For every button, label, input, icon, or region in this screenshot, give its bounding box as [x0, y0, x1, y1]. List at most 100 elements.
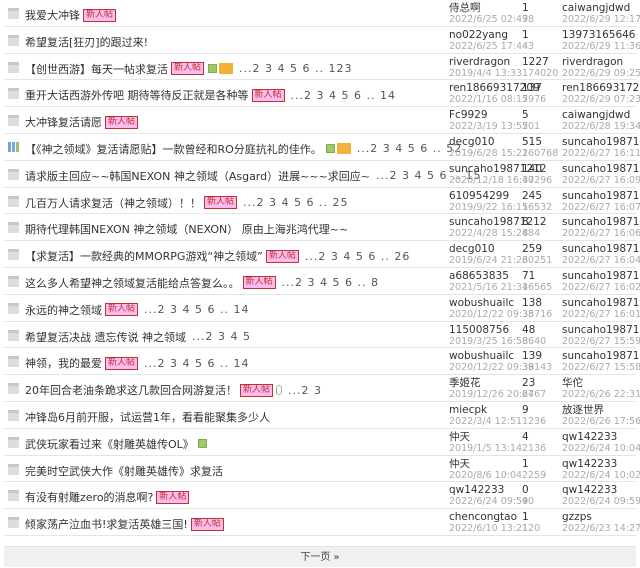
last-poster-link[interactable]: suncaho19871212	[562, 297, 640, 309]
author-cell: qw142233 2022/6/24 09:59	[449, 484, 528, 508]
last-post-date[interactable]: 2022/6/27 15:58	[562, 362, 640, 374]
author-link[interactable]: no022yang	[449, 29, 528, 41]
last-poster-link[interactable]: suncaho19871212	[562, 350, 640, 362]
page-links[interactable]: ...2 3 4 5	[192, 330, 251, 343]
page-links[interactable]: ...2 3 4 5 6 .. 25	[243, 196, 348, 209]
last-post-date[interactable]: 2022/6/24 10:04	[562, 443, 640, 455]
last-poster-link[interactable]: qw142233	[562, 458, 640, 470]
post-date: 2019/3/25 16:58	[449, 335, 529, 347]
thread-title-link[interactable]: 我爱大冲锋	[25, 9, 80, 22]
last-poster-link[interactable]: gzzps	[562, 511, 640, 523]
thread-title-link[interactable]: 希望复活决战 遗忘传说 神之领域	[25, 331, 186, 344]
thread-title-link[interactable]: 神领，我的最爱	[25, 357, 102, 370]
last-poster-link[interactable]: suncaho19871212	[562, 136, 640, 148]
last-post-date[interactable]: 2022/6/27 15:59	[562, 336, 640, 348]
view-count: 160768	[522, 147, 559, 159]
last-post-date[interactable]: 2022/6/26 22:31	[562, 389, 640, 401]
last-poster-link[interactable]: 华佗	[562, 377, 640, 389]
last-post-date[interactable]: 2022/6/27 16:01	[562, 309, 640, 321]
thread-title-link[interactable]: 期待代理韩国NEXON 神之领域（NEXON） 原由上海兆鸿代理~~	[25, 223, 348, 236]
last-poster-link[interactable]: 13973165646	[562, 29, 640, 41]
last-post-date[interactable]: 2022/6/28 19:34	[562, 121, 640, 133]
last-post-date[interactable]: 2022/6/29 09:25	[562, 68, 640, 80]
last-poster-link[interactable]: suncaho19871212	[562, 216, 640, 228]
last-poster-link[interactable]: suncaho19871212	[562, 324, 640, 336]
author-link[interactable]: decg010	[449, 136, 528, 148]
last-poster-link[interactable]: suncaho19871212	[562, 163, 640, 175]
author-link[interactable]: Fc9929	[449, 109, 528, 121]
thread-title-link[interactable]: 武侠玩家看过来《射雕英雄传OL》	[25, 438, 194, 451]
last-post-date[interactable]: 2022/6/29 12:17	[562, 14, 640, 26]
last-poster-link[interactable]: qw142233	[562, 484, 640, 496]
last-poster-link[interactable]: caiwangjdwd	[562, 109, 640, 121]
thread-title-link[interactable]: 【《神之领域》复活请愿贴】一款曾经和RO分庭抗礼的佳作。	[25, 143, 322, 156]
last-poster-link[interactable]: suncaho19871212	[562, 190, 640, 202]
folder-icon	[8, 195, 19, 207]
thread-title-link[interactable]: 【创世西游】每天一帖求复活	[25, 63, 168, 76]
author-link[interactable]: chencongtao	[449, 511, 528, 523]
reply-count: 23	[522, 377, 536, 390]
author-link[interactable]: 仲天	[449, 431, 522, 443]
page-links[interactable]: ...2 3 4 5 6 .. 123	[239, 62, 352, 75]
author-link[interactable]: qw142233	[449, 484, 528, 496]
thread-row: 希望复活决战 遗忘传说 神之领域 ...2 3 4 5 115008756 2019/…	[4, 322, 640, 349]
page-links[interactable]: ...2 3 4 5 6 .. 26	[305, 250, 410, 263]
author-link[interactable]: 仲天	[449, 458, 522, 470]
author-link[interactable]: 侍总啊	[449, 2, 528, 14]
last-poster-link[interactable]: suncaho19871212	[562, 243, 640, 255]
thread-title-link[interactable]: 永远的神之领域	[25, 304, 102, 317]
thread-title-link[interactable]: 有没有射雕zero的消息啊?	[25, 491, 153, 504]
author-link[interactable]: 115008756	[449, 324, 528, 336]
last-post-date[interactable]: 2022/6/27 16:02	[562, 282, 640, 294]
last-post-date[interactable]: 2022/6/27 16:07	[562, 202, 640, 214]
last-poster-link[interactable]: 放逐世界	[562, 404, 640, 416]
page-links[interactable]: ...2 3 4 5 6 .. 14	[144, 357, 249, 370]
stats-cell: 1 78	[522, 2, 534, 26]
author-link[interactable]: decg010	[449, 243, 528, 255]
last-post-cell: 华佗 2022/6/26 22:31	[562, 377, 640, 401]
page-links[interactable]: ...2 3	[288, 384, 322, 397]
author-link[interactable]: riverdragon	[449, 56, 522, 68]
thread-list: 我爱大冲锋 新人帖 侍总啊 2022/6/25 02:49 1 78 caiwangjdwd…	[0, 0, 640, 536]
thread-title-link[interactable]: 这么多人希望神之领域复活能给点答复么。。	[25, 277, 240, 290]
thread-row: 【《神之领域》复活请愿贴】一款曾经和RO分庭抗礼的佳作。 ...2 3 4 5 6…	[4, 134, 640, 161]
thread-title-link[interactable]: 20年回合老油条跪求这几款回合网游复活！	[25, 384, 237, 397]
last-post-date[interactable]: 2022/6/29 07:23	[562, 94, 640, 106]
last-post-date[interactable]: 2022/6/27 16:11	[562, 148, 640, 160]
page-links[interactable]: ...2 3 4 5 6 .. 14	[291, 89, 396, 102]
last-post-date[interactable]: 2022/6/23 14:27	[562, 523, 640, 535]
last-post-date[interactable]: 2022/6/27 16:04	[562, 255, 640, 267]
last-poster-link[interactable]: qw142233	[562, 431, 640, 443]
new-user-badge: 新人帖	[251, 88, 285, 102]
last-poster-link[interactable]: caiwangjdwd	[562, 2, 640, 14]
next-page-button[interactable]: 下一页 »	[4, 546, 636, 567]
thread-title-link[interactable]: 倾家荡产泣血书!求复活英雄三国!	[25, 518, 188, 531]
author-link[interactable]: 610954299	[449, 190, 528, 202]
thread-title-link[interactable]: 几百万人请求复活（神之领域）！！	[25, 197, 201, 210]
page-links[interactable]: ...2 3 4 5 6 .. 8	[282, 276, 379, 289]
last-post-date[interactable]: 2022/6/27 16:06	[562, 228, 640, 240]
last-post-cell: qw142233 2022/6/24 10:02	[562, 458, 640, 482]
last-poster-link[interactable]: riverdragon	[562, 56, 640, 68]
thread-title-link[interactable]: 冲锋岛6月前开服，试运营1年，看看能聚集多少人	[25, 411, 270, 424]
author-link[interactable]: miecpk	[449, 404, 522, 416]
last-post-date[interactable]: 2022/6/27 16:09	[562, 175, 640, 187]
thread-title-link[interactable]: 希望复活[狂刃]的跟过来!	[25, 36, 148, 49]
last-poster-link[interactable]: suncaho19871212	[562, 270, 640, 282]
page-links[interactable]: ...2 3 4 5 6 .. 52	[357, 142, 462, 155]
folder-icon	[8, 88, 19, 100]
thread-title-link[interactable]: 重开大话西游外传吧 期待等待反正就是各种等	[25, 89, 249, 102]
last-post-date[interactable]: 2022/6/26 17:56	[562, 416, 640, 428]
author-cell: a68653835 2021/5/16 21:34	[449, 270, 528, 294]
thread-title-link[interactable]: 完美时空武侠大作《射雕英雄传》求复活	[25, 465, 223, 478]
last-poster-link[interactable]: ren18669317209	[562, 82, 640, 94]
author-link[interactable]: a68653835	[449, 270, 528, 282]
last-post-date[interactable]: 2022/6/29 11:36	[562, 41, 640, 53]
last-post-date[interactable]: 2022/6/24 09:59	[562, 496, 640, 508]
last-post-date[interactable]: 2022/6/24 10:02	[562, 470, 640, 482]
thread-title-link[interactable]: 请求版主回应~~韩国NEXON 神之领域（Asgard）进展~~~求回应~	[25, 170, 370, 183]
thread-title-link[interactable]: 【求复活】一款经典的MMORPG游戏“神之领域”	[25, 250, 263, 263]
stats-cell: 1 120	[522, 511, 540, 535]
thread-title-link[interactable]: 大冲锋复活请愿	[25, 116, 102, 129]
page-links[interactable]: ...2 3 4 5 6 .. 14	[144, 303, 249, 316]
